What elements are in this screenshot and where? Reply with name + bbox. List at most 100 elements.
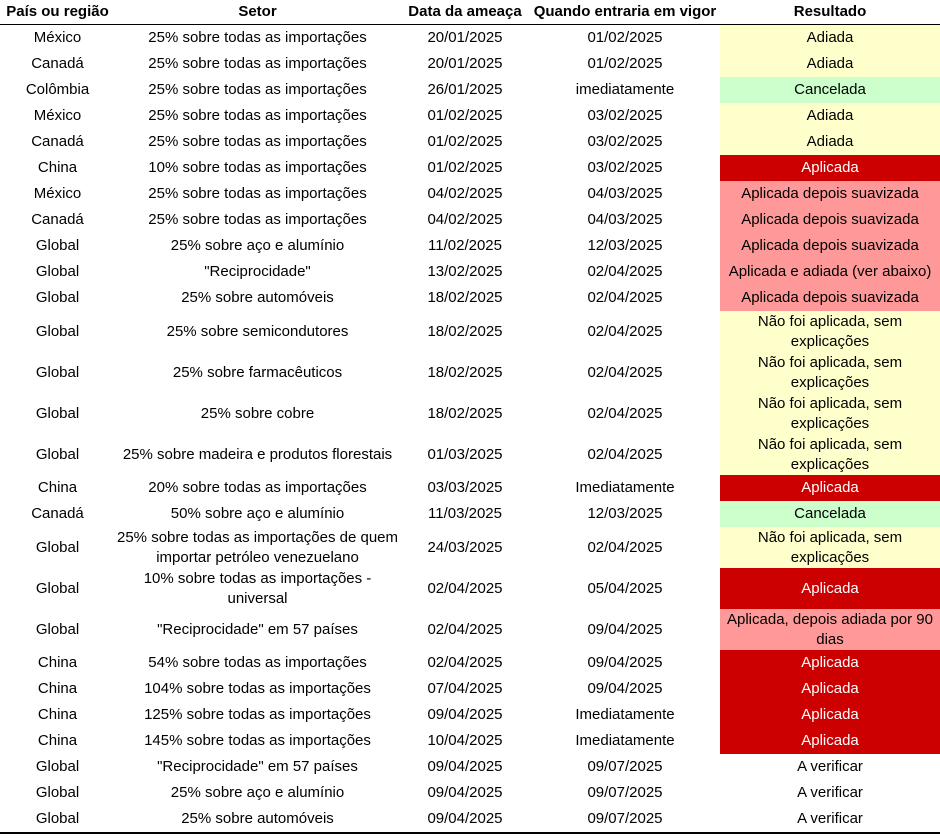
cell-vigor: 09/04/2025 <box>587 680 663 697</box>
cell-resultado: Aplicada <box>720 650 940 676</box>
cell-pais: Global <box>35 263 80 280</box>
table-row: Global 25% sobre todas as importações de … <box>0 527 940 568</box>
cell-resultado: Aplicada depois suavizada <box>720 207 940 233</box>
cell-pais: China <box>37 479 78 496</box>
table-row: Canadá 25% sobre todas as importações 01/0… <box>0 129 940 155</box>
cell-data: 26/01/2025 <box>427 81 503 98</box>
cell-resultado: Não foi aplicada, sem explicações <box>720 527 940 568</box>
table-row: Global 25% sobre aço e alumínio 11/02/2025… <box>0 233 940 259</box>
cell-pais: Global <box>35 237 80 254</box>
cell-pais: Global <box>0 806 115 834</box>
cell-vigor: 02/04/2025 <box>587 322 663 340</box>
cell-resultado: Aplicada <box>720 728 940 754</box>
cell-resultado: Aplicada depois suavizada <box>720 181 940 207</box>
cell-pais: Global <box>35 579 80 597</box>
table-body: México 25% sobre todas as importações 20/0… <box>0 24 940 834</box>
cell-resultado: Aplicada e adiada (ver abaixo) <box>720 259 940 285</box>
cell-pais: México <box>33 29 82 46</box>
cell-vigor: 01/02/2025 <box>587 29 663 46</box>
cell-resultado: A verificar <box>720 754 940 780</box>
cell-data: 04/02/2025 <box>427 211 503 228</box>
cell-data: 01/02/2025 <box>427 133 503 150</box>
table-row: Canadá 25% sobre todas as importações 20/0… <box>0 51 940 77</box>
cell-vigor: 02/04/2025 <box>587 538 663 556</box>
cell-resultado: A verificar <box>720 780 940 806</box>
cell-resultado: Adiada <box>720 129 940 155</box>
table-row: México 25% sobre todas as importações 01/0… <box>0 103 940 129</box>
cell-vigor: 09/04/2025 <box>587 620 663 638</box>
cell-data: 01/02/2025 <box>427 107 503 124</box>
cell-setor: 25% sobre todas as importações <box>148 107 367 124</box>
cell-data: 04/02/2025 <box>427 185 503 202</box>
table-row: México 25% sobre todas as importações 04/0… <box>0 181 940 207</box>
cell-setor: 25% sobre todas as importações de quem i… <box>117 528 398 566</box>
cell-data: 09/04/2025 <box>427 758 503 775</box>
header-pais: País ou região <box>0 0 115 25</box>
cell-data: 09/04/2025 <box>427 784 503 801</box>
table-row: China 145% sobre todas as importações 10/0… <box>0 728 940 754</box>
cell-pais: Global <box>35 620 80 638</box>
cell-resultado: Não foi aplicada, sem explicações <box>720 434 940 475</box>
cell-resultado: Aplicada, depois adiada por 90 dias <box>720 609 940 650</box>
cell-pais: Global <box>35 538 80 556</box>
cell-resultado: Aplicada depois suavizada <box>720 285 940 311</box>
cell-setor: 25% sobre automóveis <box>115 806 400 834</box>
cell-vigor: 02/04/2025 <box>587 289 663 306</box>
cell-vigor: 09/07/2025 <box>587 784 663 801</box>
cell-vigor: Imediatamente <box>575 479 675 496</box>
cell-setor: 25% sobre aço e alumínio <box>170 784 345 801</box>
cell-resultado: Aplicada depois suavizada <box>720 233 940 259</box>
table-row: Global 25% sobre madeira e produtos flore… <box>0 434 940 475</box>
cell-pais: México <box>33 107 82 124</box>
cell-data: 03/03/2025 <box>427 479 503 496</box>
cell-pais: Colômbia <box>25 81 90 98</box>
cell-pais: Global <box>35 445 80 463</box>
cell-data: 01/02/2025 <box>427 159 503 176</box>
header-setor: Setor <box>115 0 400 25</box>
cell-vigor: 12/03/2025 <box>587 237 663 254</box>
cell-data: 09/04/2025 <box>427 706 503 723</box>
cell-vigor: 03/02/2025 <box>587 133 663 150</box>
table-row: Global 25% sobre aço e alumínio 09/04/2025… <box>0 780 940 806</box>
cell-data: 02/04/2025 <box>427 620 503 638</box>
cell-pais: Canadá <box>31 133 84 150</box>
cell-vigor: Imediatamente <box>575 732 675 749</box>
table-row: China 10% sobre todas as importações 01/02… <box>0 155 940 181</box>
cell-data: 18/02/2025 <box>427 289 503 306</box>
cell-data: 18/02/2025 <box>427 363 503 381</box>
table-row: Global 25% sobre farmacêuticos 18/02/2025 0… <box>0 352 940 393</box>
cell-vigor: 01/02/2025 <box>587 55 663 72</box>
cell-pais: China <box>37 159 78 176</box>
cell-resultado: Aplicada <box>720 702 940 728</box>
header-row: País ou região Setor Data da ameaça Quan… <box>0 0 940 25</box>
table-row: Canadá 50% sobre aço e alumínio 11/03/2025… <box>0 501 940 527</box>
cell-setor: 25% sobre todas as importações <box>148 185 367 202</box>
cell-vigor: 02/04/2025 <box>587 263 663 280</box>
cell-setor: 25% sobre madeira e produtos florestais <box>122 445 393 463</box>
cell-resultado: Cancelada <box>720 501 940 527</box>
cell-resultado: Adiada <box>720 24 940 51</box>
cell-setor: 10% sobre todas as importações <box>148 159 367 176</box>
cell-vigor: 03/02/2025 <box>587 159 663 176</box>
cell-vigor: 09/04/2025 <box>587 654 663 671</box>
cell-pais: China <box>37 706 78 723</box>
table-row: Global 10% sobre todas as importações - u… <box>0 568 940 609</box>
cell-pais: China <box>37 732 78 749</box>
cell-data: 20/01/2025 <box>427 55 503 72</box>
cell-setor: 25% sobre semicondutores <box>166 322 349 340</box>
table-row: China 54% sobre todas as importações 02/04… <box>0 650 940 676</box>
cell-data: 18/02/2025 <box>427 322 503 340</box>
cell-setor: "Reciprocidade" <box>204 263 311 280</box>
cell-setor: 25% sobre todas as importações <box>148 133 367 150</box>
cell-pais: Global <box>35 289 80 306</box>
cell-setor: 50% sobre aço e alumínio <box>170 505 345 522</box>
cell-pais: Global <box>35 322 80 340</box>
cell-pais: México <box>33 185 82 202</box>
cell-data: 24/03/2025 <box>427 538 503 556</box>
cell-data: 11/02/2025 <box>428 237 502 254</box>
cell-setor: 145% sobre todas as importações <box>144 732 371 749</box>
table-row: Colômbia 25% sobre todas as importações 26… <box>0 77 940 103</box>
table-row: China 104% sobre todas as importações 07/0… <box>0 676 940 702</box>
cell-resultado: Adiada <box>720 103 940 129</box>
cell-resultado: Não foi aplicada, sem explicações <box>720 352 940 393</box>
